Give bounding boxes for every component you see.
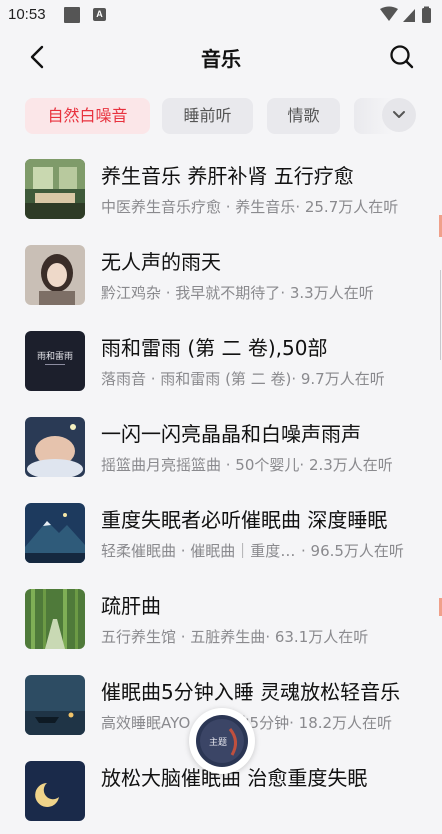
- item-subtitle: 摇篮曲月亮摇篮曲 · 50个婴儿 · 2.3万人在听: [101, 456, 393, 474]
- list-item[interactable]: 养生音乐 养肝补肾 五行疗愈 中医养生音乐疗愈 · 养生音乐 · 25.7万人在…: [0, 146, 442, 232]
- notification-icon: [64, 7, 80, 23]
- status-time: 10:53: [8, 6, 46, 23]
- item-title: 放松大脑催眠曲 治愈重度失眠: [101, 766, 368, 790]
- item-subtitle: 五行养生馆 · 五脏养生曲 · 63.1万人在听: [101, 628, 369, 646]
- mini-player-disc[interactable]: 主题: [189, 708, 255, 774]
- list-item[interactable]: 一闪一闪亮晶晶和白噪声雨声 摇篮曲月亮摇篮曲 · 50个婴儿 · 2.3万人在听: [0, 404, 442, 490]
- cover-image: [25, 245, 85, 305]
- item-title: 养生音乐 养肝补肾 五行疗愈: [101, 164, 354, 188]
- album-art: 主题: [196, 715, 248, 767]
- list-item[interactable]: 无人声的雨天 黔江鸡杂 · 我早就不期待了 · 3.3万人在听: [0, 232, 442, 318]
- item-title: 疏肝曲: [101, 594, 161, 618]
- category-tabs: 自然白噪音 睡前听 情歌 流: [0, 96, 442, 138]
- wifi-icon: [380, 6, 398, 21]
- battery-icon: [422, 8, 431, 23]
- list-item[interactable]: 重度失眠者必听催眠曲 深度睡眠 轻柔催眠曲 · 催眠曲｜重度失眠 · 96.5万…: [0, 490, 442, 576]
- page-title: 音乐: [201, 47, 241, 71]
- scrollbar[interactable]: [440, 270, 441, 360]
- item-subtitle: 中医养生音乐疗愈 · 养生音乐 · 25.7万人在听: [101, 198, 399, 216]
- expand-tabs-button[interactable]: [382, 98, 416, 132]
- notification-letter-icon: A: [93, 8, 106, 21]
- item-title: 重度失眠者必听催眠曲 深度睡眠: [101, 508, 388, 532]
- disc-text: 主题: [209, 736, 227, 748]
- cover-image: [25, 589, 85, 649]
- item-title: 无人声的雨天: [101, 250, 221, 274]
- signal-icon: [403, 9, 415, 22]
- cover-text: 雨和雷雨: [37, 351, 73, 362]
- header: 音乐: [0, 30, 442, 84]
- cover-image: [25, 417, 85, 477]
- cover-image: [25, 675, 85, 735]
- system-status-icons: [380, 6, 431, 23]
- back-arrow-icon[interactable]: [22, 41, 54, 73]
- search-icon[interactable]: [386, 41, 418, 73]
- list-item[interactable]: 雨和雷雨 雨和雷雨 (第 二 卷),50部 落雨音 · 雨和雷雨 (第 二 卷)…: [0, 318, 442, 404]
- tab-love-songs[interactable]: 情歌: [267, 98, 340, 134]
- item-subtitle: 轻柔催眠曲 · 催眠曲｜重度失眠 · 96.5万人在听: [101, 542, 404, 560]
- chevron-down-icon: [393, 111, 405, 118]
- cover-image: 雨和雷雨: [25, 331, 85, 391]
- list-item[interactable]: 疏肝曲 五行养生馆 · 五脏养生曲 · 63.1万人在听: [0, 576, 442, 662]
- item-title: 一闪一闪亮晶晶和白噪声雨声: [101, 422, 361, 446]
- cover-image: [25, 503, 85, 563]
- item-subtitle: 黔江鸡杂 · 我早就不期待了 · 3.3万人在听: [101, 284, 374, 302]
- tab-natural-white-noise[interactable]: 自然白噪音: [25, 98, 150, 134]
- item-subtitle: 落雨音 · 雨和雷雨 (第 二 卷) · 9.7万人在听: [101, 370, 385, 388]
- cover-image: [25, 159, 85, 219]
- cover-image: [25, 761, 85, 821]
- tab-bedtime[interactable]: 睡前听: [162, 98, 253, 134]
- item-title: 催眠曲5分钟入睡 灵魂放松轻音乐: [101, 680, 401, 704]
- status-bar: 10:53 A: [0, 0, 442, 30]
- item-subtitle: 高效睡眠AYO · 催眠曲5分钟 · 18.2万人在听: [101, 714, 393, 732]
- item-title: 雨和雷雨 (第 二 卷),50部: [101, 336, 328, 360]
